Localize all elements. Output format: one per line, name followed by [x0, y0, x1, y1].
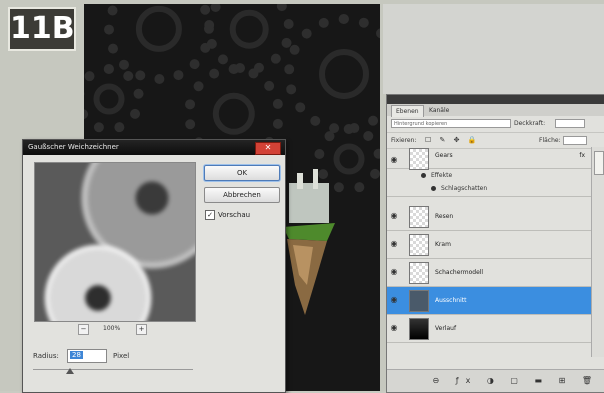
layer-row-gears[interactable]: ◉ Gears fx [387, 147, 591, 170]
layer-name: Schachermodell [435, 269, 484, 276]
dialog-title: Gaußscher Weichzeichner [28, 143, 119, 151]
layer-row[interactable]: ◉ Kram [387, 231, 591, 259]
workspace-background [383, 4, 604, 94]
zoom-controls: − 100% + [78, 324, 158, 336]
lock-icons[interactable]: ☐ ✎ ✥ 🔒 [425, 136, 479, 144]
effect-visibility-icon[interactable] [431, 186, 436, 191]
panel-tabs: Ebenen Kanäle [387, 104, 604, 117]
panel-footer: ⊖ ƒx ◑ ▢ ▬ ⊞ 🗑 [387, 369, 604, 392]
eye-icon[interactable]: ◉ [389, 155, 399, 165]
effect-visibility-icon[interactable] [421, 173, 426, 178]
layer-name: Verlauf [435, 325, 457, 332]
layer-thumbnail [409, 148, 429, 170]
preview-label: Vorschau [218, 211, 251, 219]
eye-icon[interactable]: ◉ [389, 239, 399, 249]
gear-graphic [284, 14, 380, 134]
layer-row[interactable]: ◉ Resen [387, 203, 591, 231]
blend-mode-select[interactable]: Hintergrund kopieren [391, 119, 511, 128]
layer-name: Ausschnitt [435, 297, 467, 304]
eye-icon[interactable]: ◉ [389, 295, 399, 305]
eye-icon[interactable]: ◉ [389, 323, 399, 333]
layer-row-selected[interactable]: ◉ Ausschnitt [387, 287, 591, 315]
radius-slider[interactable] [33, 368, 193, 376]
eye-icon[interactable]: ◉ [389, 267, 399, 277]
slider-thumb[interactable] [66, 368, 74, 374]
radius-label: Radius: [33, 352, 59, 360]
screenshot-frame: 11B Gaußscher Weichzeichner ✕ − 100% + R… [0, 0, 604, 393]
island-collage [283, 169, 335, 315]
fill-label: Fläche: [539, 137, 561, 144]
gaussian-blur-dialog: Gaußscher Weichzeichner ✕ − 100% + Radiu… [22, 139, 286, 393]
fx-icon: fx [579, 152, 585, 159]
layers-scrollbar[interactable] [591, 147, 604, 357]
shadow-row[interactable]: Schlagschatten [387, 183, 591, 197]
layer-thumbnail [409, 318, 429, 340]
fill-input[interactable] [563, 136, 587, 145]
scroll-thumb[interactable] [594, 151, 604, 175]
layer-thumbnail [409, 290, 429, 312]
layer-action-icons[interactable]: ⊖ ƒx ◑ ▢ ▬ ⊞ 🗑 [433, 376, 599, 385]
close-icon[interactable]: ✕ [255, 142, 281, 155]
cancel-button[interactable]: Abbrechen [204, 187, 280, 203]
lock-label: Fixieren: [391, 137, 417, 144]
zoom-in-button[interactable]: + [136, 324, 147, 335]
preview-checkbox[interactable]: ✓ Vorschau [205, 210, 250, 220]
radius-unit: Pixel [113, 352, 130, 360]
checkbox-icon[interactable]: ✓ [205, 210, 215, 220]
effects-row[interactable]: Effekte [387, 170, 591, 183]
opacity-input[interactable] [555, 119, 585, 128]
effects-label: Effekte [431, 172, 453, 179]
blur-preview[interactable] [34, 162, 196, 322]
layer-row[interactable]: ◉ Schachermodell [387, 259, 591, 287]
shadow-label: Schlagschatten [441, 185, 488, 192]
radius-input[interactable]: 28 [67, 349, 107, 363]
layer-name: Gears [435, 152, 453, 159]
zoom-out-button[interactable]: − [78, 324, 89, 335]
dialog-titlebar: Gaußscher Weichzeichner ✕ [23, 140, 285, 155]
eye-icon[interactable]: ◉ [389, 211, 399, 221]
opacity-label: Deckkraft: [514, 120, 546, 127]
layer-row[interactable]: ◉ Verlauf [387, 315, 591, 343]
panel-header-bar [387, 95, 604, 104]
layers-panel: Ebenen Kanäle Hintergrund kopieren Deckk… [386, 94, 604, 393]
gear-graphic [204, 4, 294, 74]
zoom-level: 100% [103, 325, 121, 332]
tab-channels[interactable]: Kanäle [425, 105, 453, 116]
radius-value: 28 [70, 351, 83, 359]
ok-button[interactable]: OK [204, 165, 280, 181]
layer-thumbnail [409, 262, 429, 284]
layer-name: Kram [435, 241, 451, 248]
layer-thumbnail [409, 234, 429, 256]
layer-thumbnail [409, 206, 429, 228]
layer-name: Resen [435, 213, 454, 220]
blend-row: Hintergrund kopieren Deckkraft: [387, 116, 604, 133]
step-badge: 11B [8, 7, 76, 51]
